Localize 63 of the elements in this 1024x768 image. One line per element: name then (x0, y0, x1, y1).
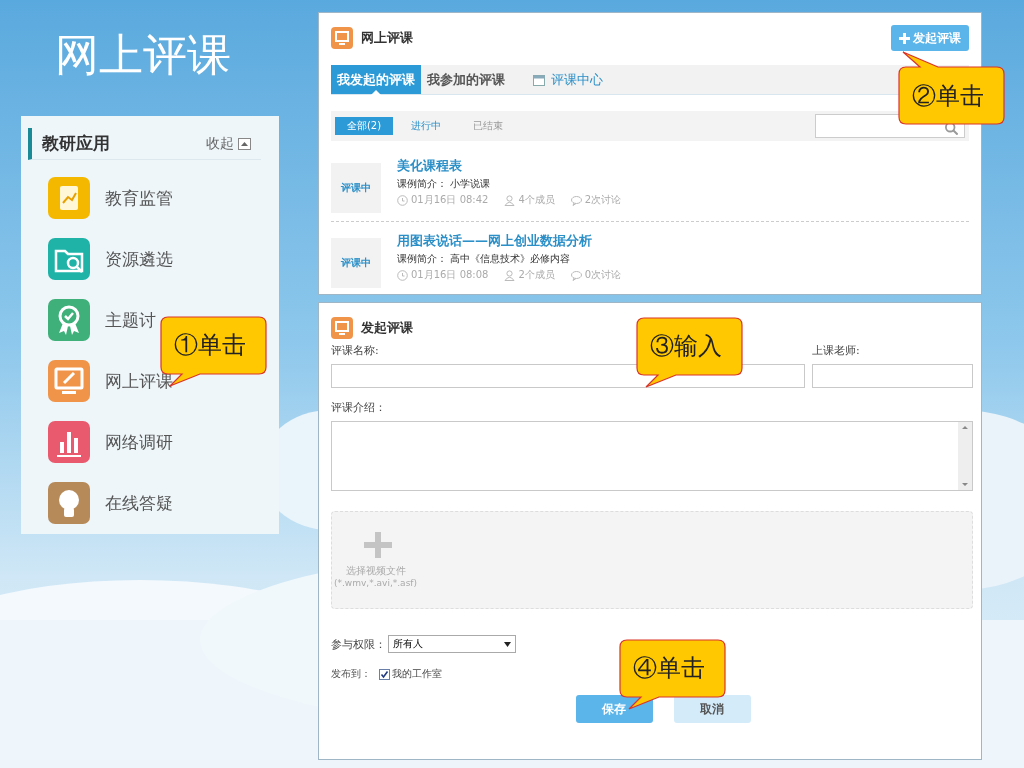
review-title-link[interactable]: 美化课程表 (397, 157, 622, 175)
menu-item[interactable]: 教育监管 (105, 186, 173, 210)
field-label: 评课介绍： (331, 400, 386, 415)
discussion-count: 0次讨论 (584, 268, 622, 282)
file-formats: (*.wmv,*.avi,*.asf) (334, 578, 417, 588)
collapse-icon (238, 137, 251, 150)
callout-tooltip: ②单击 (898, 50, 1006, 126)
review-title-link[interactable]: 用图表说话——网上创业数据分析 (397, 232, 622, 250)
person-icon (504, 269, 516, 281)
person-icon (504, 194, 516, 206)
bar-chart-icon[interactable] (47, 420, 91, 464)
review-intro: 课例简介： 高中《信息技术》必修内容 (397, 252, 572, 266)
tab[interactable]: 评课中心 (527, 65, 609, 94)
clock-icon (397, 194, 408, 206)
collapse-link[interactable]: 收起 (206, 134, 251, 153)
speech-bubble-icon (570, 194, 582, 206)
menu-item[interactable]: 资源遴选 (105, 247, 173, 271)
upload-label: 选择视频文件 (346, 564, 406, 578)
field-label: 评课名称: (331, 343, 379, 358)
permission-dropdown[interactable]: 所有人 (388, 635, 516, 653)
member-count: 2个成员 (518, 268, 555, 282)
filter-tab[interactable]: 全部(2) (335, 117, 393, 135)
caret-icon (504, 641, 511, 647)
plus-icon (364, 532, 392, 558)
slide-title: 网上评课 (55, 28, 232, 82)
award-icon[interactable] (47, 298, 91, 342)
field-label: 参与权限： (331, 636, 386, 652)
field-label: 发布到： (331, 667, 371, 681)
monitor-icon (331, 317, 353, 339)
plus-icon (899, 32, 910, 44)
input-field[interactable] (812, 364, 973, 388)
folder-search-icon[interactable] (47, 237, 91, 281)
tab[interactable]: 我发起的评课 (331, 65, 421, 94)
lightbulb-icon[interactable] (47, 481, 91, 525)
filter-tab[interactable]: 进行中 (397, 117, 455, 135)
menu-item[interactable]: 主题讨 (105, 308, 156, 332)
calendar-icon (533, 73, 545, 86)
panel-title: 网上评课 (361, 29, 413, 47)
scrollbar (958, 422, 972, 490)
review-time: 01月16日 08:42 (411, 193, 489, 207)
discussion-count: 2次讨论 (584, 193, 622, 207)
review-intro: 课例简介： 小学说课 (397, 177, 492, 191)
sidebar-title: 教研应用 (42, 132, 110, 155)
tab[interactable]: 我参加的评课 (421, 65, 511, 94)
field-label: 上课老师: (812, 343, 860, 358)
member-count: 4个成员 (518, 193, 555, 207)
status-tag: 评课中 (331, 163, 381, 213)
checkbox-label: 我的工作室 (392, 667, 442, 681)
menu-item[interactable]: 在线答疑 (105, 491, 173, 515)
checkbox[interactable] (379, 668, 390, 680)
review-time: 01月16日 08:08 (411, 268, 489, 282)
text-area[interactable] (331, 421, 973, 491)
menu-item[interactable]: 网上评课 (105, 369, 173, 393)
chart-icon[interactable] (47, 176, 91, 220)
speech-bubble-icon (570, 269, 582, 281)
clock-icon (397, 269, 408, 281)
menu-item[interactable]: 网络调研 (105, 430, 173, 454)
cancel-button[interactable]: 取消 (673, 695, 751, 723)
form-title: 发起评课 (361, 319, 413, 337)
search-icon (945, 122, 958, 135)
status-tag: 评课中 (331, 238, 381, 288)
monitor-icon (331, 27, 353, 49)
monitor-icon[interactable] (47, 359, 91, 403)
